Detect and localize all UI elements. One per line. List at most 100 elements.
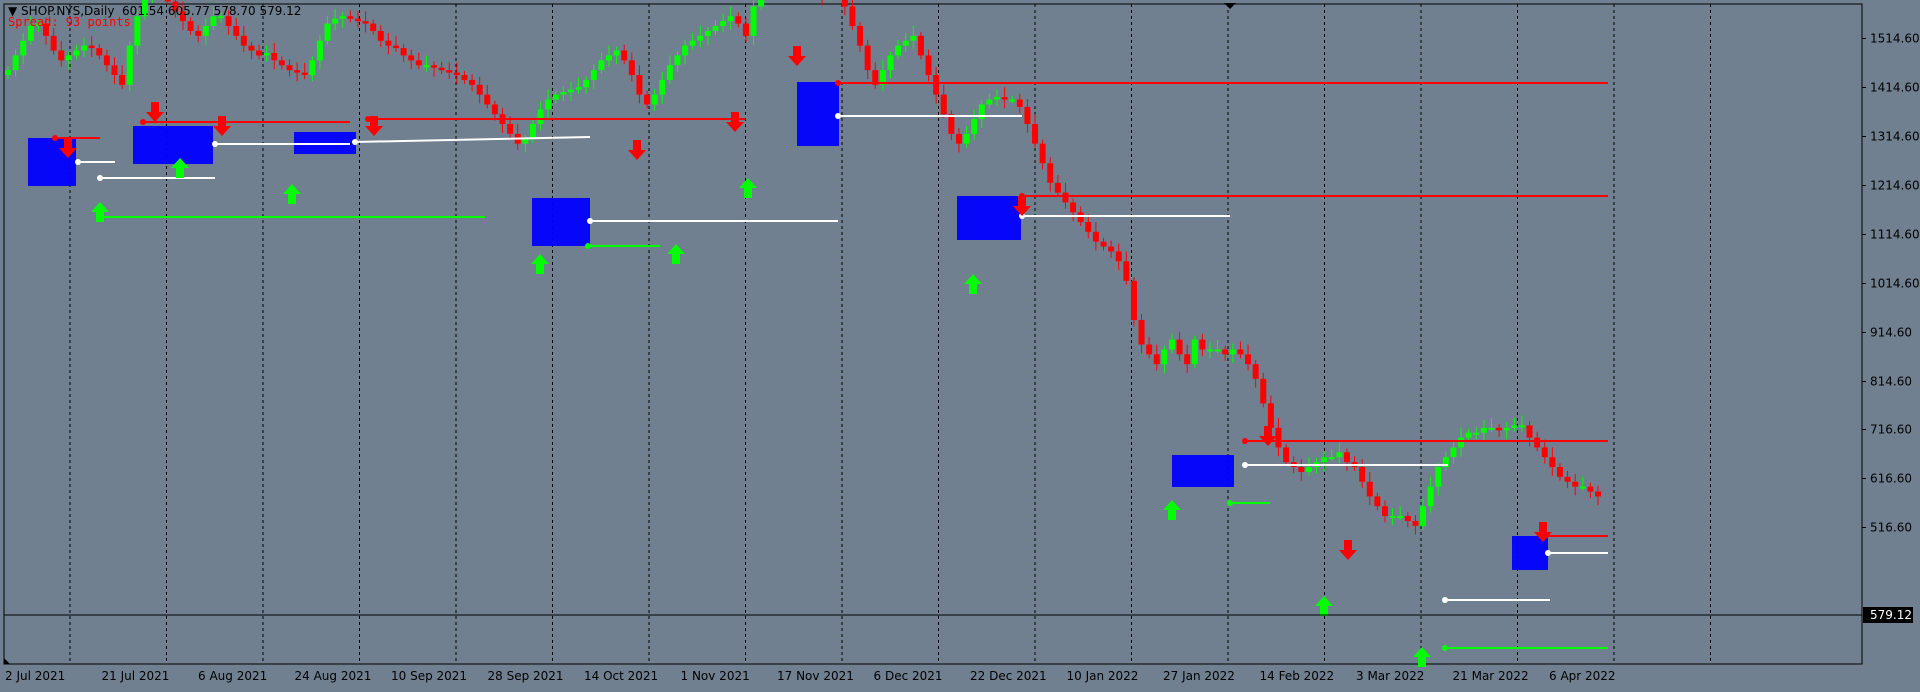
candle-body: [233, 26, 240, 36]
candle-body: [362, 21, 369, 24]
candle-body: [58, 50, 65, 61]
level-anchor-dot: [587, 218, 593, 224]
candle-body: [491, 104, 498, 115]
candle-body: [1085, 222, 1092, 232]
candle-body: [1480, 427, 1487, 433]
candle-body: [1381, 506, 1388, 517]
candle-body: [742, 23, 749, 36]
candle-body: [590, 70, 597, 80]
buy-signal-arrow[interactable]: [283, 184, 301, 204]
candle-body: [1404, 516, 1411, 521]
candle-body: [1115, 251, 1122, 262]
candle-body: [1153, 354, 1160, 365]
candle-body: [993, 97, 1000, 100]
buy-signal-arrow[interactable]: [531, 254, 549, 274]
candle-body: [758, 0, 765, 7]
x-tick-label: 6 Apr 2022: [1549, 669, 1616, 683]
candle-body: [50, 35, 57, 51]
level-anchor-dot: [52, 135, 58, 141]
candle-body: [750, 6, 757, 36]
candle-body: [1009, 99, 1016, 102]
candle-body: [119, 75, 126, 85]
candle-body: [1336, 452, 1343, 458]
candle-body: [347, 16, 354, 19]
candle-body: [971, 119, 978, 134]
candle-body: [1541, 447, 1548, 458]
candle-body: [1283, 447, 1290, 463]
spread-label: Spread: 93 points: [8, 15, 131, 29]
level-anchor-dot: [1227, 500, 1233, 506]
candle-body: [400, 48, 407, 56]
candle-body: [849, 6, 856, 27]
candle-body: [841, 0, 848, 7]
candle-body: [1191, 339, 1198, 365]
candle-body: [651, 94, 658, 105]
candle-body: [644, 94, 651, 105]
sell-signal-arrow[interactable]: [146, 102, 164, 122]
candle-body: [621, 50, 628, 61]
candle-body: [1062, 192, 1069, 203]
candle-body: [1389, 516, 1396, 519]
x-tick-label: 2 Jul 2021: [5, 669, 65, 683]
y-tick-label: 516.60: [1870, 521, 1912, 535]
candle-body: [963, 133, 970, 144]
candle-body: [1077, 212, 1084, 223]
level-anchor-dot: [352, 139, 358, 145]
candle-body: [73, 50, 80, 56]
candle-body: [895, 45, 902, 56]
buy-signal-arrow[interactable]: [1315, 596, 1333, 616]
candle-body: [256, 50, 263, 56]
candle-body: [1473, 432, 1480, 435]
candle-body: [933, 75, 940, 95]
sell-signal-arrow[interactable]: [213, 116, 231, 136]
candle-body: [164, 0, 171, 2]
candle-body: [659, 79, 666, 95]
x-tick-label: 22 Dec 2021: [970, 669, 1047, 683]
sell-signal-arrow[interactable]: [1339, 540, 1357, 560]
plot-frame: [3, 3, 1863, 665]
buy-signal-arrow[interactable]: [964, 274, 982, 294]
candle-body: [1024, 106, 1031, 125]
candle-body: [1511, 425, 1518, 428]
y-tick-label: 716.60: [1870, 423, 1912, 437]
candle-body: [1465, 432, 1472, 438]
sell-signal-arrow[interactable]: [788, 46, 806, 66]
x-tick-label: 17 Nov 2021: [777, 669, 854, 683]
candle-body: [1343, 452, 1350, 463]
sell-signal-arrow[interactable]: [1259, 426, 1277, 446]
candle-body: [294, 70, 301, 73]
sell-signal-arrow[interactable]: [726, 112, 744, 132]
candlestick-chart[interactable]: 2 Jul 2021 21 Jul 2021 6 Aug 2021 24 Aug 20…: [0, 0, 1920, 688]
buy-signal-arrow[interactable]: [1163, 500, 1181, 520]
x-tick-label: 6 Dec 2021: [874, 669, 943, 683]
x-tick-label: 14 Oct 2021: [584, 669, 658, 683]
candle-body: [111, 65, 118, 76]
candle-body: [1549, 457, 1556, 468]
chart-shift-marker-icon[interactable]: [1224, 3, 1236, 9]
sell-signal-arrow[interactable]: [628, 140, 646, 160]
buy-signal-arrow[interactable]: [91, 202, 109, 222]
candle-body: [1595, 491, 1601, 497]
candle-body: [65, 55, 72, 61]
candle-body: [583, 79, 590, 88]
candle-body: [1260, 378, 1267, 404]
candle-body: [278, 60, 285, 66]
y-tick-label: 1414.60: [1870, 80, 1920, 94]
candle-body: [202, 26, 209, 36]
x-tick-label: 10 Jan 2022: [1067, 669, 1139, 683]
candle-body: [1214, 349, 1221, 352]
consolidation-zone: [133, 126, 213, 164]
y-tick-label: 1514.60: [1870, 31, 1920, 45]
candle-body: [1427, 486, 1434, 507]
candle-body: [392, 45, 399, 49]
candle-body: [552, 94, 559, 100]
buy-signal-arrow[interactable]: [739, 178, 757, 198]
candle-body: [461, 75, 468, 80]
chart-area[interactable]: 2 Jul 2021 21 Jul 2021 6 Aug 2021 24 Aug 20…: [0, 0, 1920, 688]
candle-body: [598, 60, 605, 71]
buy-signal-arrow[interactable]: [667, 244, 685, 264]
candle-body: [1328, 457, 1335, 460]
candle-body: [940, 94, 947, 115]
x-tick-label: 24 Aug 2021: [295, 669, 372, 683]
candle-body: [1207, 349, 1214, 352]
